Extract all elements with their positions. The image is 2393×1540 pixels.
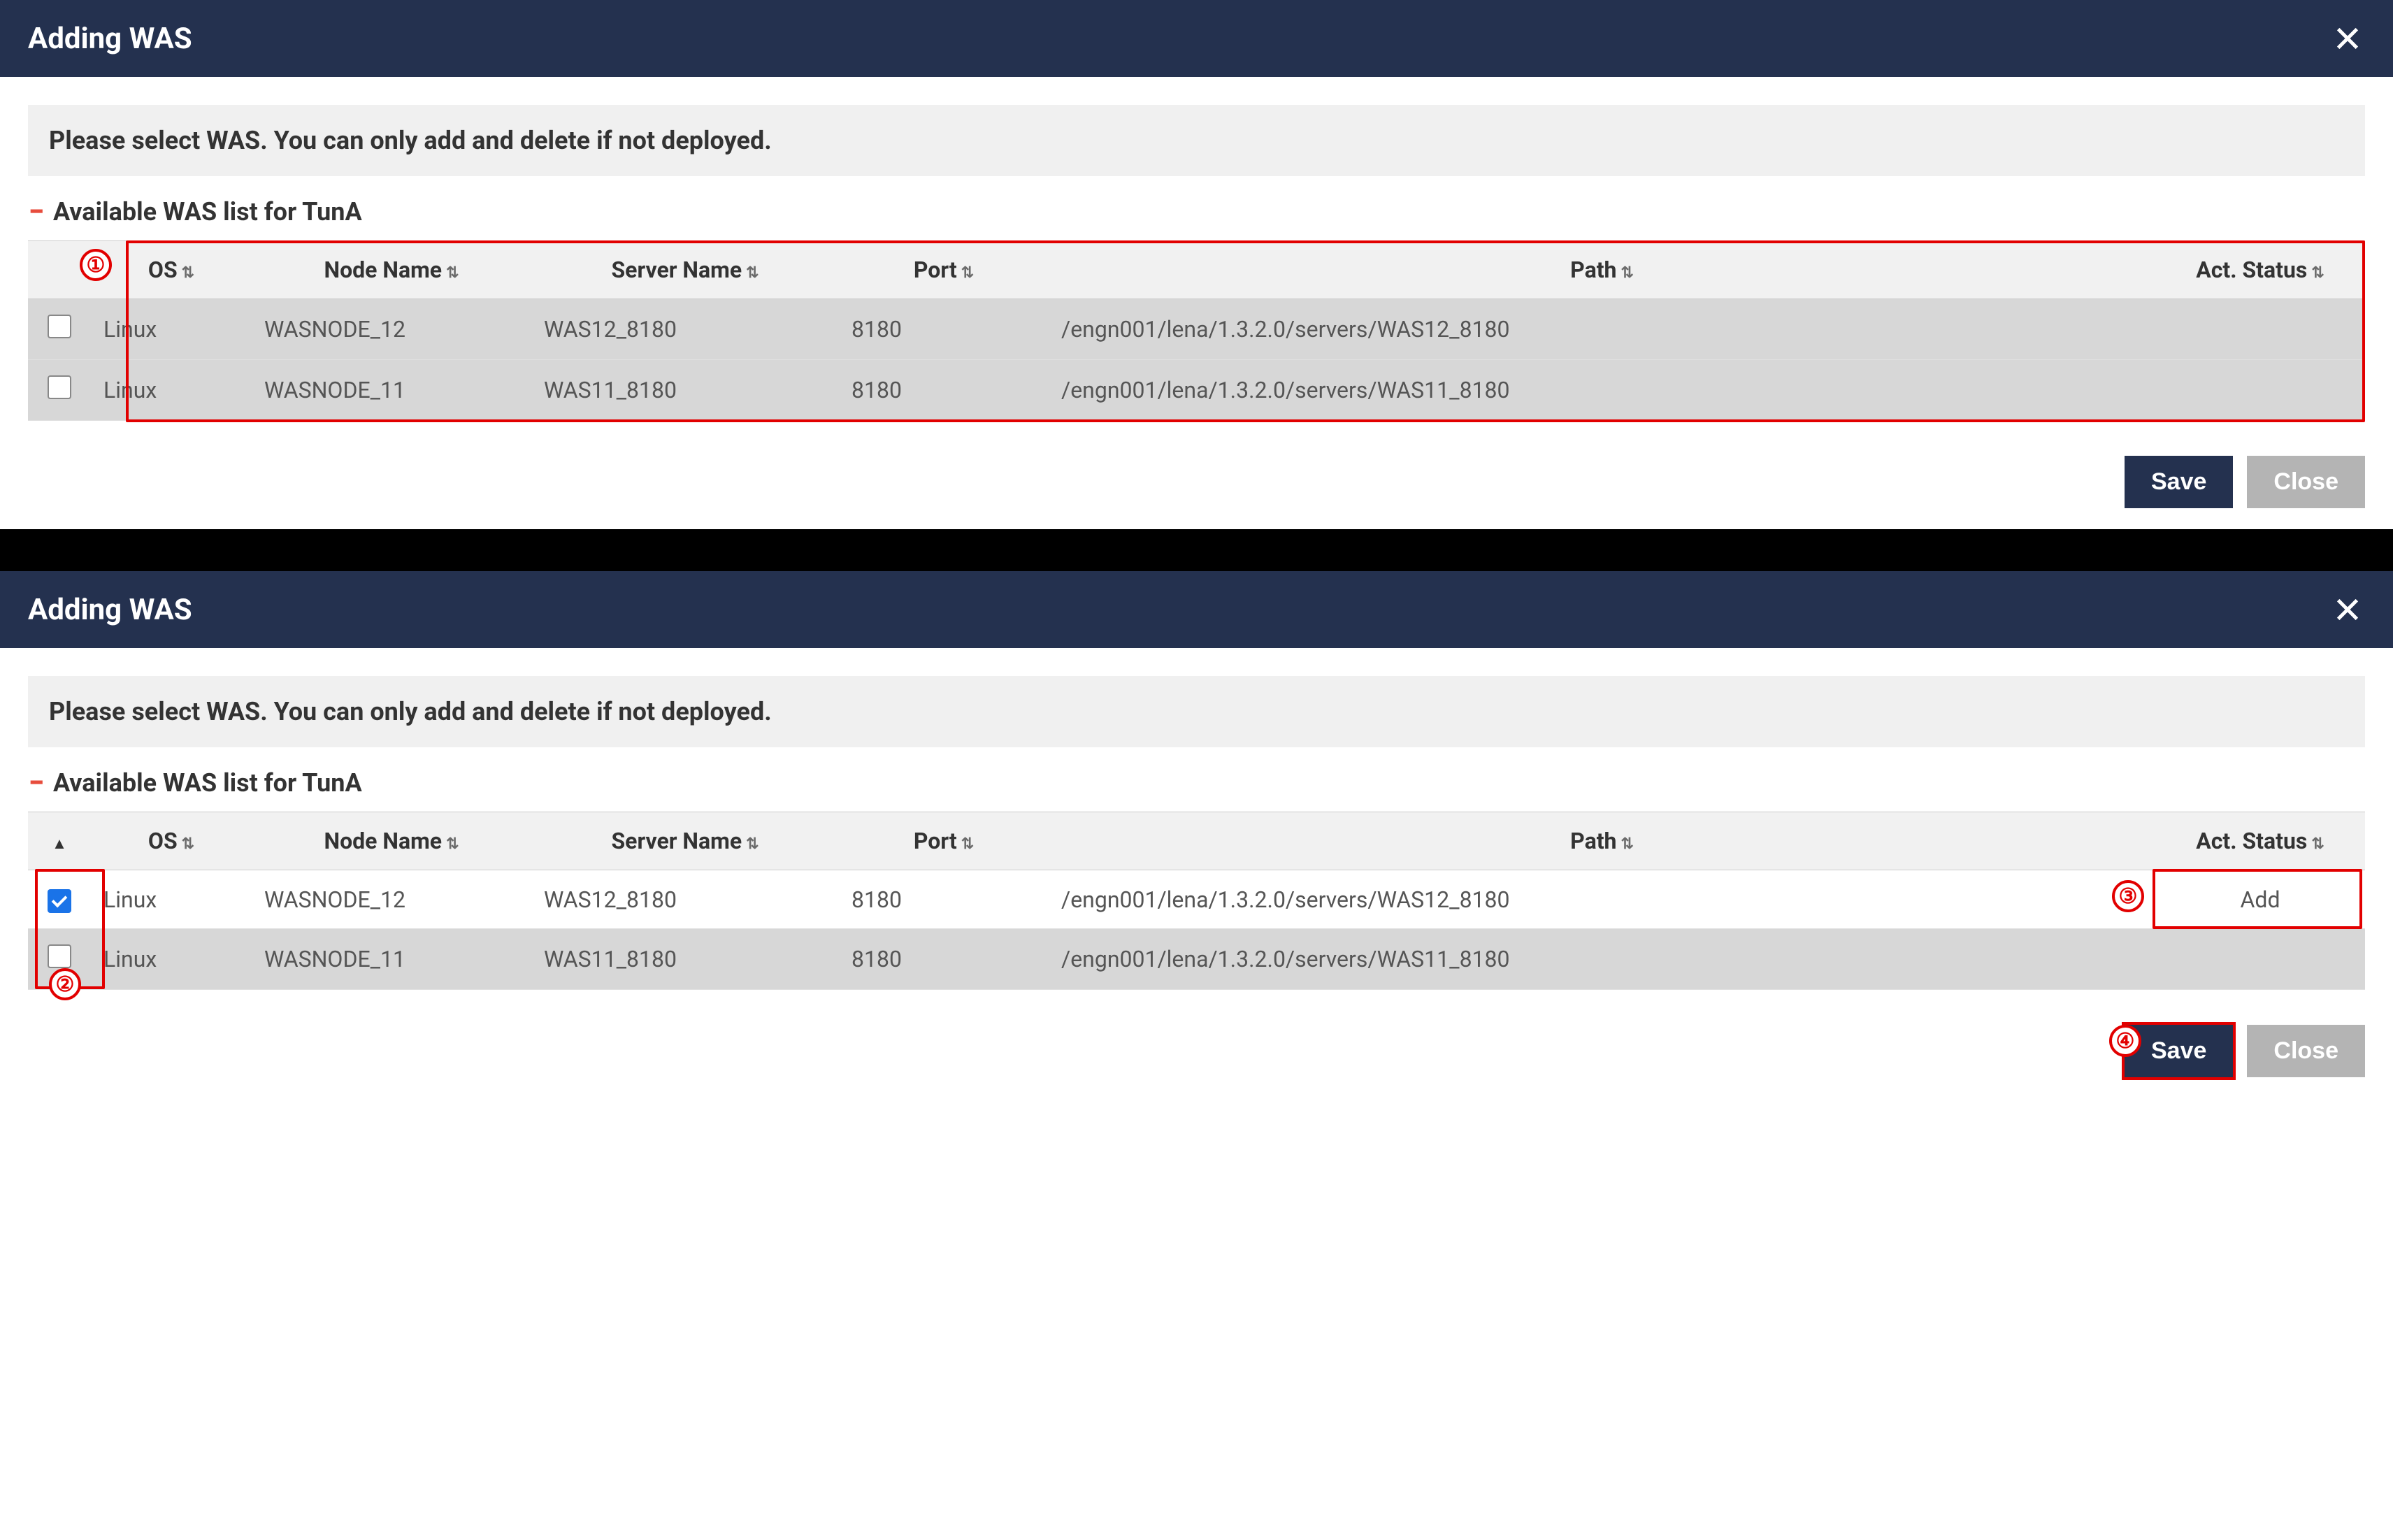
sort-icon: ⇅ xyxy=(961,264,974,282)
col-node[interactable]: Node Name⇅ xyxy=(252,812,531,870)
close-button[interactable]: Close xyxy=(2247,1025,2365,1077)
cell-path: /engn001/lena/1.3.2.0/servers/WAS12_8180 xyxy=(1049,870,2155,929)
collapse-icon[interactable]: − xyxy=(28,203,45,220)
cell-path: /engn001/lena/1.3.2.0/servers/WAS11_8180 xyxy=(1049,929,2155,990)
cell-status: Add xyxy=(2155,870,2365,929)
dialog-header: Adding WAS xyxy=(0,0,2393,77)
info-message: Please select WAS. You can only add and … xyxy=(28,676,2365,747)
cell-path: /engn001/lena/1.3.2.0/servers/WAS12_8180 xyxy=(1049,299,2155,360)
panel-separator xyxy=(0,529,2393,571)
sort-icon: ⇅ xyxy=(2311,264,2324,282)
col-status[interactable]: Act. Status⇅ xyxy=(2155,241,2365,299)
section-header: − Available WAS list for TunA xyxy=(28,197,2365,226)
cell-os: Linux xyxy=(91,929,252,990)
col-checkbox[interactable] xyxy=(28,241,91,299)
close-button[interactable]: Close xyxy=(2247,456,2365,508)
row-checkbox[interactable] xyxy=(48,889,71,913)
cell-node: WASNODE_12 xyxy=(252,299,531,360)
cell-status xyxy=(2155,929,2365,990)
dialog-body: Please select WAS. You can only add and … xyxy=(0,648,2393,1098)
cell-server: WAS11_8180 xyxy=(531,929,839,990)
col-server[interactable]: Server Name⇅ xyxy=(531,812,839,870)
col-server[interactable]: Server Name⇅ xyxy=(531,241,839,299)
section-header: − Available WAS list for TunA xyxy=(28,768,2365,798)
cell-os: Linux xyxy=(91,870,252,929)
cell-server: WAS12_8180 xyxy=(531,870,839,929)
col-os[interactable]: OS⇅ xyxy=(91,241,252,299)
cell-status xyxy=(2155,299,2365,360)
available-was-table-2: ▲ OS⇅ Node Name⇅ Server Name⇅ Port⇅ Path… xyxy=(28,812,2365,990)
table-row[interactable]: Linux WASNODE_12 WAS12_8180 8180 /engn00… xyxy=(28,299,2365,360)
available-was-table-1: OS⇅ Node Name⇅ Server Name⇅ Port⇅ Path⇅ … xyxy=(28,240,2365,421)
col-path[interactable]: Path⇅ xyxy=(1049,241,2155,299)
col-status[interactable]: Act. Status⇅ xyxy=(2155,812,2365,870)
row-checkbox[interactable] xyxy=(48,315,71,338)
sort-icon: ⇅ xyxy=(446,264,459,282)
sort-icon: ⇅ xyxy=(446,835,459,853)
info-message: Please select WAS. You can only add and … xyxy=(28,105,2365,176)
section-title: Available WAS list for TunA xyxy=(53,768,362,798)
dialog-adding-was-1: Adding WAS Please select WAS. You can on… xyxy=(0,0,2393,529)
sort-icon: ⇅ xyxy=(2311,835,2324,853)
sort-icon: ⇅ xyxy=(1621,264,1633,282)
cell-port: 8180 xyxy=(839,870,1049,929)
dialog-buttons: ④ Save Close xyxy=(28,1018,2365,1077)
sort-icon: ⇅ xyxy=(182,264,194,282)
cell-node: WASNODE_12 xyxy=(252,870,531,929)
cell-os: Linux xyxy=(91,299,252,360)
sort-icon: ⇅ xyxy=(746,835,759,853)
dialog-title: Adding WAS xyxy=(28,593,192,627)
cell-node: WASNODE_11 xyxy=(252,360,531,421)
sort-icon: ⇅ xyxy=(961,835,974,853)
cell-os: Linux xyxy=(91,360,252,421)
row-checkbox[interactable] xyxy=(48,375,71,399)
col-checkbox[interactable]: ▲ xyxy=(28,812,91,870)
close-icon[interactable] xyxy=(2330,592,2365,627)
table-row[interactable]: Linux WASNODE_12 WAS12_8180 8180 /engn00… xyxy=(28,870,2365,929)
section-title: Available WAS list for TunA xyxy=(53,197,362,226)
cell-port: 8180 xyxy=(839,360,1049,421)
col-port[interactable]: Port⇅ xyxy=(839,812,1049,870)
cell-status xyxy=(2155,360,2365,421)
sort-icon: ⇅ xyxy=(1621,835,1633,853)
dialog-body: Please select WAS. You can only add and … xyxy=(0,77,2393,529)
col-port[interactable]: Port⇅ xyxy=(839,241,1049,299)
dialog-header: Adding WAS xyxy=(0,571,2393,648)
dialog-buttons: Save Close xyxy=(28,449,2365,508)
col-os[interactable]: OS⇅ xyxy=(91,812,252,870)
save-button[interactable]: Save xyxy=(2125,1025,2233,1077)
cell-server: WAS12_8180 xyxy=(531,299,839,360)
cell-port: 8180 xyxy=(839,299,1049,360)
table-row[interactable]: Linux WASNODE_11 WAS11_8180 8180 /engn00… xyxy=(28,929,2365,990)
dialog-title: Adding WAS xyxy=(28,22,192,56)
row-checkbox[interactable] xyxy=(48,944,71,968)
save-button[interactable]: Save xyxy=(2125,456,2233,508)
collapse-icon[interactable]: − xyxy=(28,775,45,791)
col-node[interactable]: Node Name⇅ xyxy=(252,241,531,299)
sort-asc-icon: ▲ xyxy=(52,835,67,853)
cell-path: /engn001/lena/1.3.2.0/servers/WAS11_8180 xyxy=(1049,360,2155,421)
cell-node: WASNODE_11 xyxy=(252,929,531,990)
cell-port: 8180 xyxy=(839,929,1049,990)
cell-server: WAS11_8180 xyxy=(531,360,839,421)
table-header-row: ▲ OS⇅ Node Name⇅ Server Name⇅ Port⇅ Path… xyxy=(28,812,2365,870)
table-header-row: OS⇅ Node Name⇅ Server Name⇅ Port⇅ Path⇅ … xyxy=(28,241,2365,299)
table-row[interactable]: Linux WASNODE_11 WAS11_8180 8180 /engn00… xyxy=(28,360,2365,421)
col-path[interactable]: Path⇅ xyxy=(1049,812,2155,870)
close-icon[interactable] xyxy=(2330,21,2365,56)
sort-icon: ⇅ xyxy=(182,835,194,853)
dialog-adding-was-2: Adding WAS Please select WAS. You can on… xyxy=(0,571,2393,1098)
sort-icon: ⇅ xyxy=(746,264,759,282)
